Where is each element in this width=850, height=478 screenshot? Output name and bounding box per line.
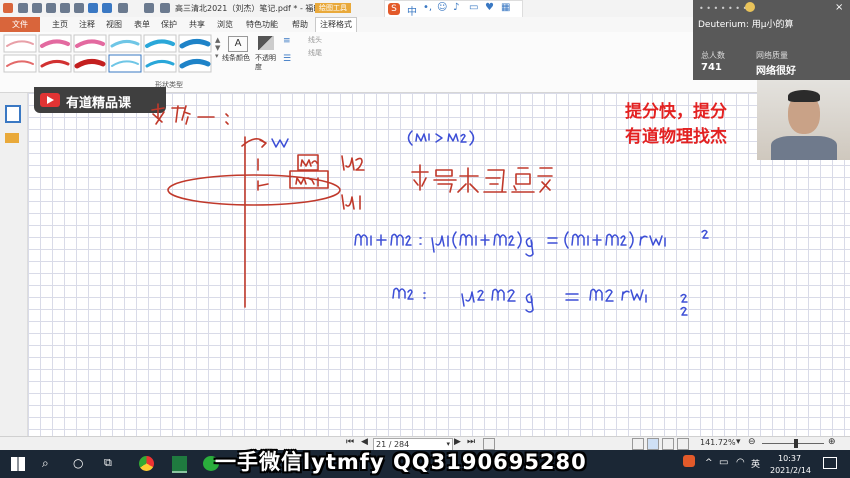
notification-icon[interactable] (823, 457, 837, 469)
hand-icon[interactable] (745, 2, 755, 12)
viewers-label: 总人数 (701, 51, 725, 60)
network-status: 网络很好 (756, 66, 796, 77)
ink-mass-labels (295, 159, 319, 187)
sogou-tray-icon[interactable] (683, 455, 695, 467)
ink-direction-label (271, 138, 289, 148)
zoom-level[interactable]: 141.72% (700, 438, 736, 447)
facing-icon[interactable] (662, 438, 674, 450)
zoom-in-icon[interactable]: ⊕ (828, 437, 836, 447)
teacher-camera (757, 80, 850, 160)
watermark-text: 一手微信lytmfy QQ3190695280 (215, 450, 587, 474)
cortana-icon[interactable]: ○ (73, 456, 83, 470)
chrome-icon[interactable] (139, 456, 154, 471)
chat-message: Deuterium: 用μ小的算 (698, 20, 794, 30)
ink-find-max-omega (411, 164, 553, 193)
zoom-out-icon[interactable]: ⊖ (748, 437, 756, 447)
search-icon[interactable]: ⌕ (42, 456, 49, 471)
wifi-icon[interactable]: ◠ (736, 457, 745, 468)
hair (788, 90, 820, 102)
clock-time[interactable]: 10:37 (778, 454, 801, 463)
network-label: 网络质量 (756, 51, 788, 60)
tray-chevron-icon[interactable]: ^ (705, 458, 713, 468)
zoom-menu-icon[interactable]: ▾ (736, 437, 741, 447)
zoom-slider[interactable] (762, 443, 824, 444)
ime-indicator[interactable]: 英 (751, 457, 760, 470)
continuous-icon[interactable] (647, 438, 659, 450)
shirt (771, 136, 837, 160)
task-view-icon[interactable]: ⧉ (104, 456, 112, 470)
windows-start-icon[interactable] (11, 457, 25, 471)
ink-condition-label (407, 130, 475, 146)
live-stream-panel: • • • • • • • • × Deuterium: 用μ小的算 总人数 7… (693, 0, 850, 80)
single-page-icon[interactable] (632, 438, 644, 450)
zoom-slider-thumb[interactable] (794, 439, 798, 448)
ink-equation-m2 (392, 287, 688, 316)
close-icon[interactable]: × (835, 2, 843, 13)
clock-date[interactable]: 2021/2/14 (770, 466, 811, 475)
ink-equation-combined (354, 229, 709, 257)
excel-icon[interactable] (172, 456, 187, 473)
ink-title-variant-1 (151, 103, 229, 125)
network-icon[interactable]: ▭ (719, 457, 728, 468)
ink-coefficient-labels (341, 155, 365, 210)
rotating-turntable (167, 136, 341, 308)
cover-icon[interactable] (677, 438, 689, 450)
viewers-count: 741 (701, 62, 722, 73)
